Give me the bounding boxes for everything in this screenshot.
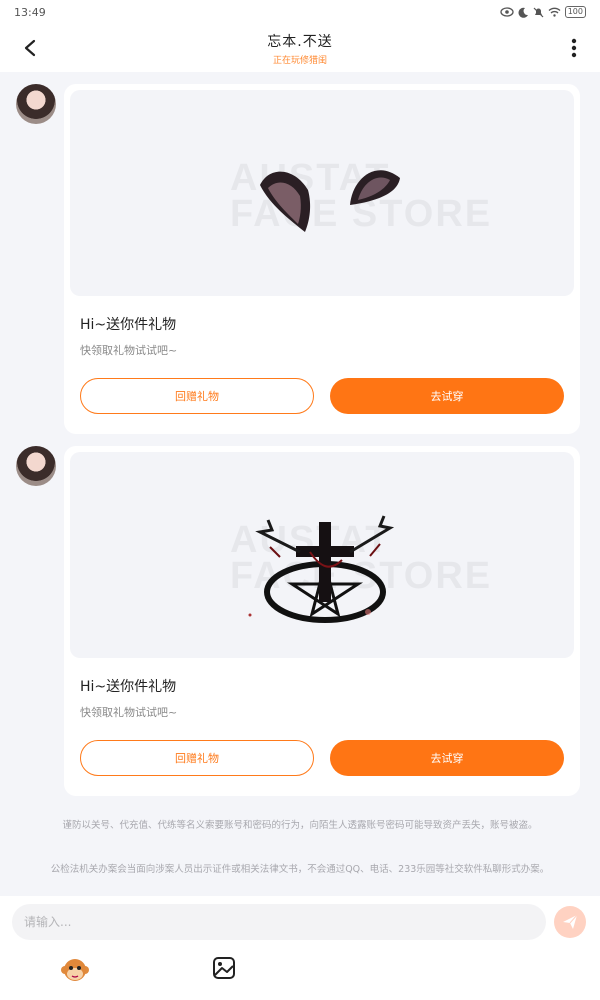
emoji-button[interactable] [60,956,90,986]
eye-icon [500,7,514,17]
chat-header: 忘本.不送 正在玩修猎闺 [0,24,600,72]
status-time: 13:49 [14,5,46,19]
avatar[interactable] [16,446,56,486]
back-arrow-icon [24,39,36,57]
card-title: Hi~送你件礼物 [80,679,177,695]
gift-image[interactable]: AUSTAT FACE STORE [70,90,574,296]
gift-card: AUSTAT FACE STORE Hi~送你件礼物 快领取礼物试试吧~ 回赠礼物… [64,446,580,796]
try-on-button[interactable]: 去试穿 [330,378,564,414]
send-icon [563,914,578,929]
cat-ears-image [260,170,400,232]
image-picker-button[interactable] [212,956,238,982]
chat-title: 忘本.不送 [267,33,333,50]
status-icons: 100 [500,6,586,18]
gift-message: AUSTAT FACE STORE Hi~送你件礼物 快领取礼物试试吧~ 回赠礼物… [0,446,600,796]
gift-message: AUSTAT FACE STORE Hi~送你件礼物 快领取礼物试试吧~ 回赠礼物… [0,84,600,434]
legal-notice: 公检法机关办案会当面向涉案人员出示证件或相关法律文书，不会通过QQ、电话、233… [50,864,550,875]
status-bar: 13:49 100 [0,0,600,24]
message-input[interactable] [12,904,546,940]
safety-notice: 谨防以关号、代充值、代练等名义索要账号和密码的行为，向陌生人透露账号密码可能导致… [62,820,538,831]
chat-subtitle: 正在玩修猎闺 [272,55,327,66]
battery-icon: 100 [564,6,586,18]
gift-back-button[interactable]: 回赠礼物 [80,378,314,414]
gift-card: AUSTAT FACE STORE Hi~送你件礼物 快领取礼物试试吧~ 回赠礼物… [64,84,580,434]
monkey-face-icon [61,959,89,981]
card-title: Hi~送你件礼物 [80,317,177,333]
more-vertical-icon [571,38,577,58]
wifi-icon [548,7,561,17]
try-on-button[interactable]: 去试穿 [330,740,564,776]
avatar[interactable] [16,84,56,124]
card-description: 快领取礼物试试吧~ [80,706,178,719]
pentagram-accessory-image [248,515,395,623]
mute-bell-icon [533,7,544,18]
gift-back-button[interactable]: 回赠礼物 [80,740,314,776]
image-icon [213,957,235,979]
gift-image[interactable]: AUSTAT FACE STORE [70,452,574,658]
back-button[interactable] [16,34,44,62]
card-description: 快领取礼物试试吧~ [80,344,178,357]
composer-bar [0,896,600,1000]
header-titles: 忘本.不送 正在玩修猎闺 [267,31,332,66]
moon-icon [518,7,529,18]
more-options-button[interactable] [560,34,588,62]
send-button[interactable] [554,906,586,938]
